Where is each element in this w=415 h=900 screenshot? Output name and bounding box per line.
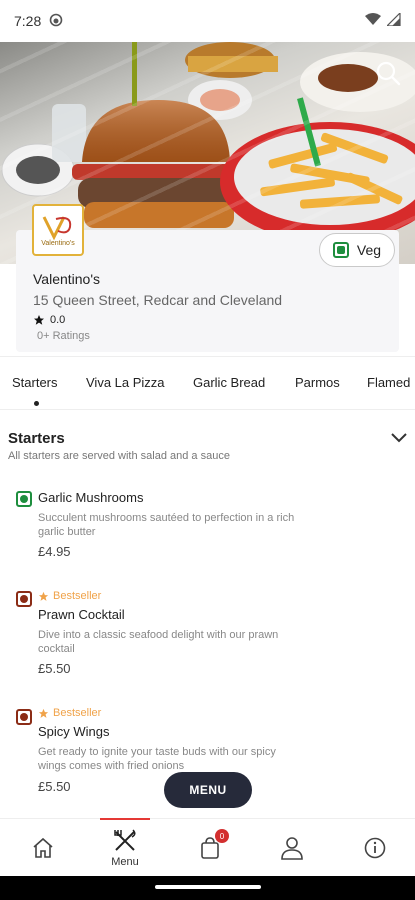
nonveg-indicator-icon <box>16 709 32 725</box>
status-time: 7:28 <box>14 13 42 29</box>
logo-text: Valentino's <box>41 240 75 247</box>
section-collapse-button[interactable] <box>389 430 409 446</box>
category-tabs: Starters Viva La Pizza Garlic Bread Parm… <box>0 356 415 410</box>
restaurant-name: Valentino's <box>33 271 101 287</box>
restaurant-address: 15 Queen Street, Redcar and Cleveland <box>33 292 283 308</box>
nav-menu-label: Menu <box>111 856 139 868</box>
star-icon <box>38 708 49 718</box>
home-indicator[interactable] <box>155 885 261 889</box>
logo-mark <box>42 216 72 241</box>
menu-button[interactable]: MENU <box>164 772 252 808</box>
tab-starters[interactable]: Starters <box>12 375 58 390</box>
tab-viva-la-pizza[interactable]: Viva La Pizza <box>86 375 165 390</box>
bestseller-badge: Bestseller <box>38 590 101 602</box>
item-name: Spicy Wings <box>38 724 110 739</box>
veg-indicator-icon <box>16 491 32 507</box>
nav-home[interactable] <box>28 819 58 877</box>
user-icon <box>281 837 303 860</box>
tab-garlic-bread[interactable]: Garlic Bread <box>193 375 265 390</box>
item-price: £5.50 <box>38 779 71 794</box>
tab-parmos[interactable]: Parmos <box>295 375 340 390</box>
active-tab-indicator <box>34 401 39 406</box>
nav-profile[interactable] <box>277 819 307 877</box>
nonveg-indicator-icon <box>16 591 32 607</box>
status-bar: 7:28 <box>0 0 415 42</box>
home-icon <box>33 837 53 858</box>
nav-menu[interactable]: Menu <box>100 819 150 877</box>
item-name: Garlic Mushrooms <box>38 490 144 505</box>
item-name: Prawn Cocktail <box>38 607 125 622</box>
veg-toggle-label: Veg <box>356 242 382 258</box>
bestseller-badge: Bestseller <box>38 707 101 719</box>
bestseller-label: Bestseller <box>53 707 102 719</box>
item-description: Dive into a classic seafood delight with… <box>38 629 279 655</box>
fork-knife-icon <box>114 829 136 851</box>
item-price: £5.50 <box>38 661 71 676</box>
bestseller-label: Bestseller <box>53 590 102 602</box>
rating-row: 0.0 <box>33 314 65 326</box>
rating-value: 0.0 <box>50 314 66 326</box>
cart-count-badge: 0 <box>215 829 229 843</box>
section-subtitle: All starters are served with salad and a… <box>8 450 230 462</box>
nav-cart[interactable]: 0 <box>195 819 229 877</box>
item-description: Get ready to ignite your taste buds with… <box>38 746 276 772</box>
chevron-down-icon <box>391 433 407 443</box>
item-description: Succulent mushrooms sautéed to perfectio… <box>38 512 295 538</box>
tab-flamed[interactable]: Flamed <box>367 375 410 390</box>
star-icon <box>34 315 44 325</box>
wifi-icon <box>365 13 381 29</box>
bottom-navigation: Menu 0 <box>0 818 415 876</box>
restaurant-logo: Valentino's <box>32 204 84 256</box>
app-notification-icon <box>49 13 63 30</box>
veg-icon <box>332 242 349 258</box>
info-icon <box>364 837 386 859</box>
signal-icon <box>385 11 401 29</box>
nav-info[interactable] <box>360 819 390 877</box>
veg-filter-toggle[interactable]: Veg <box>319 233 395 267</box>
item-price: £4.95 <box>38 544 71 559</box>
search-button[interactable] <box>373 58 403 88</box>
rating-count: 0+ Ratings <box>37 330 90 342</box>
search-icon <box>376 61 401 86</box>
section-title: Starters <box>8 430 65 447</box>
star-icon <box>38 591 49 601</box>
